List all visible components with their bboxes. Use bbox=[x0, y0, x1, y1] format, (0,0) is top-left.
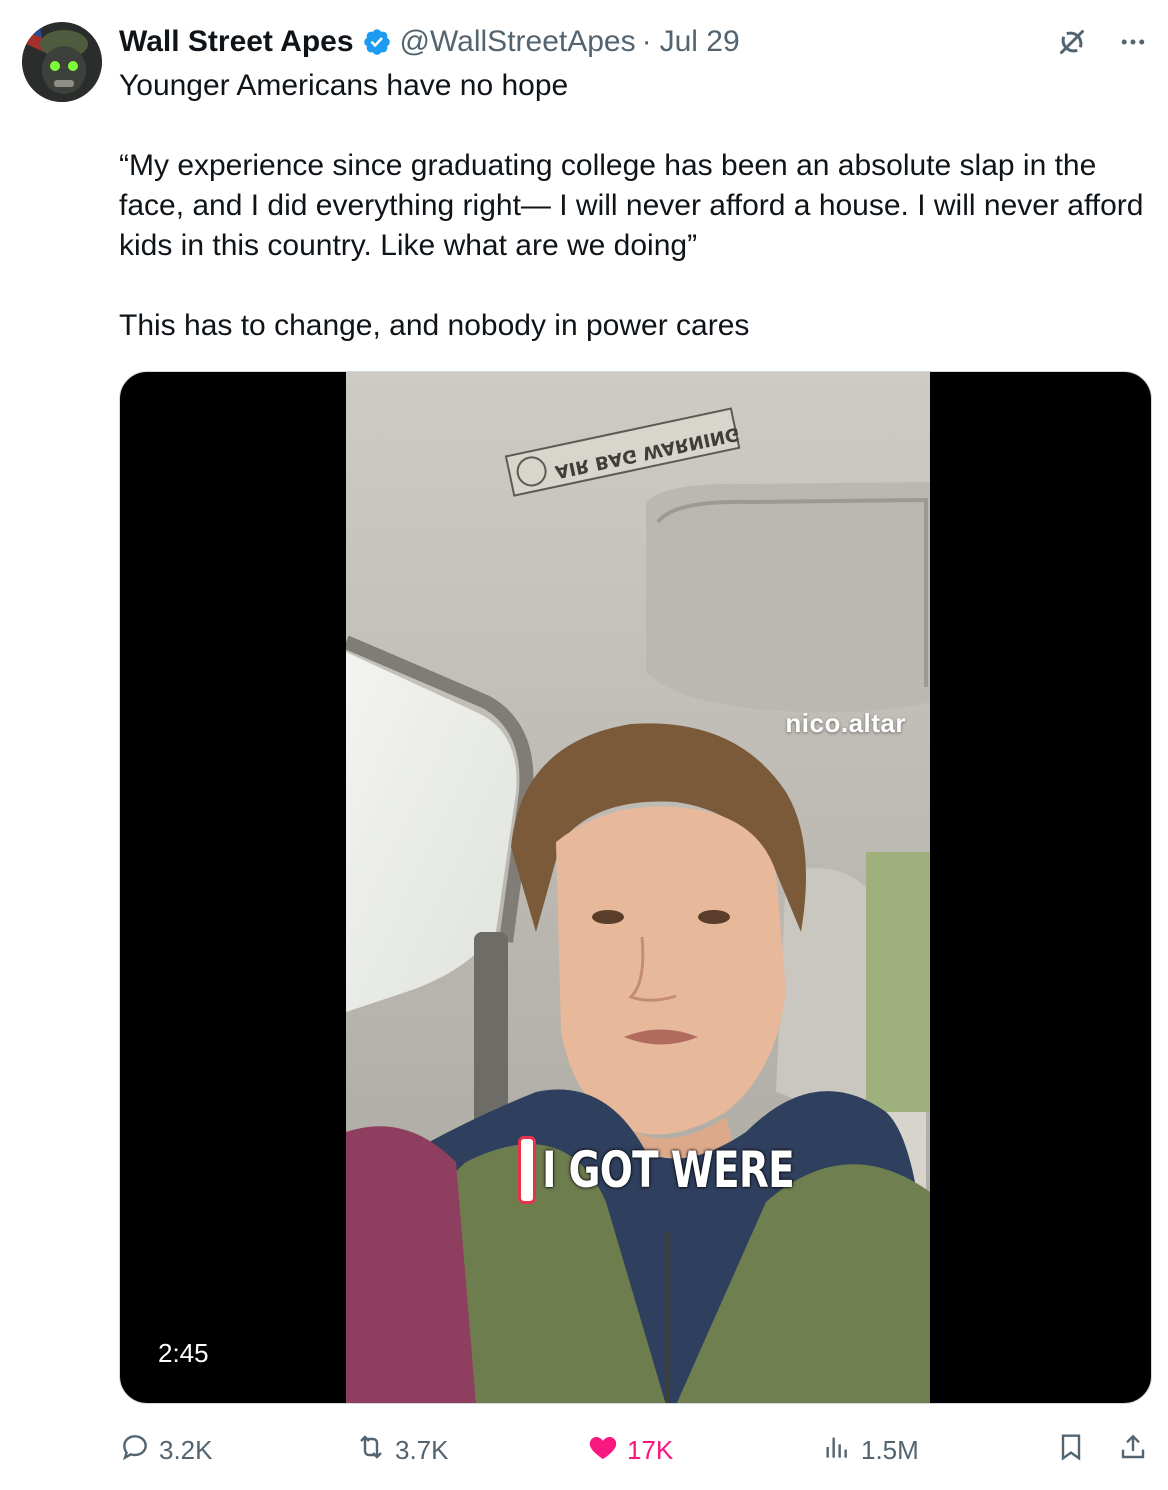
views-count: 1.5M bbox=[861, 1434, 919, 1465]
reply-count: 3.2K bbox=[159, 1434, 213, 1465]
share-icon bbox=[1117, 1431, 1149, 1470]
like-button[interactable]: 17K bbox=[587, 1428, 673, 1472]
tweet-text-line-3: This has to change, and nobody in power … bbox=[119, 309, 750, 342]
views-button[interactable]: 1.5M bbox=[821, 1428, 919, 1472]
video-still-image: AIR BAG WARNING bbox=[346, 372, 930, 1403]
timestamp[interactable]: Jul 29 bbox=[660, 22, 740, 62]
tweet-text-quote: “My experience since graduating college … bbox=[119, 149, 1144, 262]
reply-icon bbox=[119, 1431, 151, 1470]
video-caption: I GOT WERE bbox=[518, 1136, 865, 1204]
reply-button[interactable]: 3.2K bbox=[119, 1428, 213, 1472]
video-duration: 2:45 bbox=[144, 1334, 223, 1373]
video-frame: AIR BAG WARNING nico.altar I GOT WERE bbox=[346, 372, 930, 1403]
video-player[interactable]: AIR BAG WARNING nico.altar I GOT WERE 2:… bbox=[119, 371, 1152, 1404]
verified-badge-icon[interactable] bbox=[362, 27, 392, 57]
top-actions bbox=[1054, 24, 1148, 65]
display-name[interactable]: Wall Street Apes bbox=[119, 22, 354, 62]
views-icon bbox=[821, 1431, 853, 1470]
separator: · bbox=[641, 25, 652, 58]
repost-icon bbox=[355, 1431, 387, 1470]
repost-count: 3.7K bbox=[395, 1434, 449, 1465]
tweet-text-line-1: Younger Americans have no hope bbox=[119, 69, 569, 102]
tweet-text: Younger Americans have no hope “My exper… bbox=[119, 66, 1149, 346]
avatar[interactable] bbox=[22, 22, 102, 102]
avatar-image bbox=[22, 22, 102, 102]
handle[interactable]: @WallStreetApes bbox=[400, 22, 636, 62]
like-icon bbox=[587, 1431, 619, 1470]
tweet-header: Wall Street Apes @WallStreetApes · Jul 2… bbox=[119, 22, 740, 62]
bookmark-button[interactable] bbox=[1055, 1428, 1087, 1472]
like-count: 17K bbox=[627, 1434, 674, 1465]
share-button[interactable] bbox=[1117, 1428, 1149, 1472]
bookmark-icon bbox=[1055, 1431, 1087, 1470]
caption-highlight bbox=[518, 1136, 536, 1204]
grok-icon[interactable] bbox=[1054, 24, 1090, 65]
video-watermark: nico.altar bbox=[785, 708, 906, 738]
action-bar: 3.2K 3.7K 17K 1.5M bbox=[119, 1428, 1155, 1472]
caption-text: I GOT WERE bbox=[542, 1141, 795, 1199]
more-icon[interactable] bbox=[1118, 27, 1148, 62]
repost-button[interactable]: 3.7K bbox=[355, 1428, 449, 1472]
